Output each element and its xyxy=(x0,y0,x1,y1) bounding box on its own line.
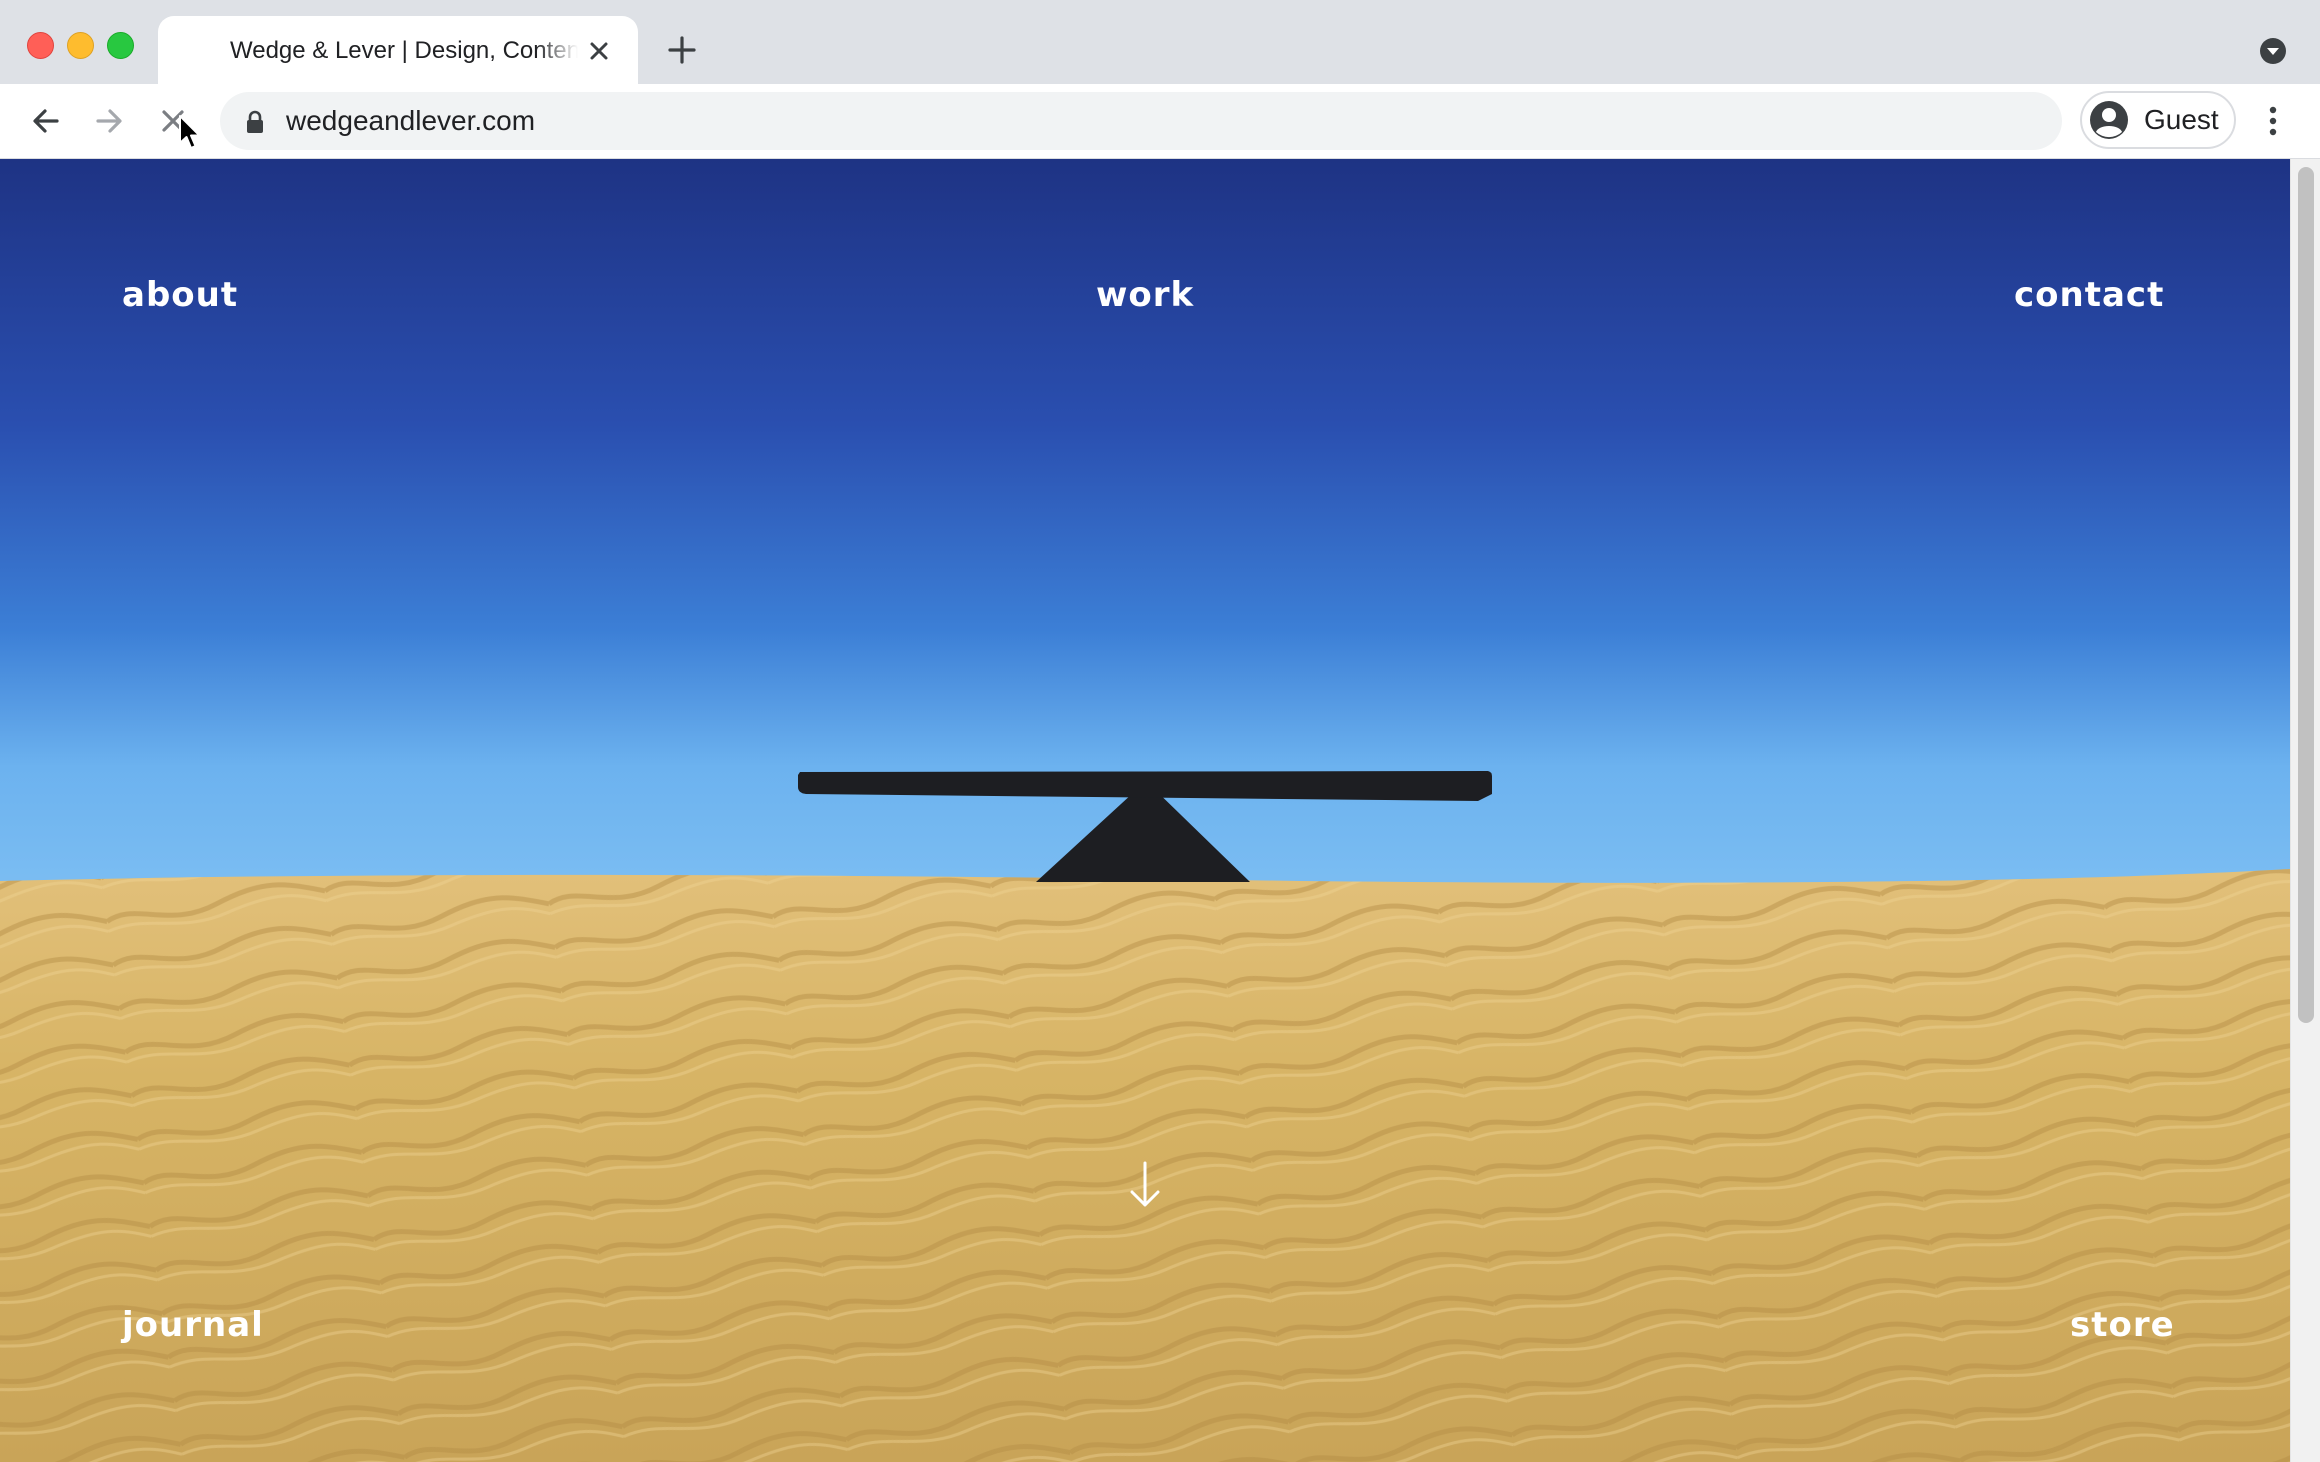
hero-image xyxy=(0,159,2290,1462)
page-scrollbar[interactable] xyxy=(2290,159,2320,1462)
fullscreen-window-button[interactable] xyxy=(107,32,134,59)
browser-window: Wedge & Lever | Design, Content & Strate… xyxy=(0,0,2320,1462)
arrow-right-icon[interactable] xyxy=(88,100,130,142)
active-tab[interactable]: Wedge & Lever | Design, Content & Strate… xyxy=(158,16,638,84)
avatar xyxy=(2090,101,2128,139)
mouse-cursor-icon xyxy=(179,115,201,149)
close-window-button[interactable] xyxy=(27,32,54,59)
close-tab-icon[interactable] xyxy=(584,36,614,66)
nav-contact-link[interactable]: contact xyxy=(2014,273,2164,317)
arrow-left-icon[interactable] xyxy=(25,100,67,142)
url-text: wedgeandlever.com xyxy=(286,105,536,136)
page-viewport: about work contact journal store xyxy=(0,159,2290,1462)
arrow-down-icon[interactable] xyxy=(1126,1159,1164,1211)
nav-store-link[interactable]: store xyxy=(2070,1303,2175,1347)
minimize-window-button[interactable] xyxy=(67,32,94,59)
profile-label: Guest xyxy=(2144,104,2219,135)
browser-toolbar: wedgeandlever.com Guest xyxy=(0,84,2320,159)
nav-about-link[interactable]: about xyxy=(122,273,238,317)
tab-title: Wedge & Lever | Design, Content & Strate… xyxy=(230,37,578,64)
plus-icon[interactable] xyxy=(664,32,700,68)
kebab-menu-icon[interactable] xyxy=(2256,100,2290,142)
address-bar[interactable]: wedgeandlever.com xyxy=(220,92,2062,150)
scrollbar-thumb[interactable] xyxy=(2298,167,2314,1023)
nav-work-link[interactable]: work xyxy=(1096,273,1194,317)
chevron-down-icon[interactable] xyxy=(2258,36,2288,66)
tab-strip: Wedge & Lever | Design, Content & Strate… xyxy=(0,0,2320,84)
profile-button[interactable]: Guest xyxy=(2080,91,2236,149)
nav-journal-link[interactable]: journal xyxy=(122,1303,264,1347)
lock-icon[interactable] xyxy=(244,110,266,134)
